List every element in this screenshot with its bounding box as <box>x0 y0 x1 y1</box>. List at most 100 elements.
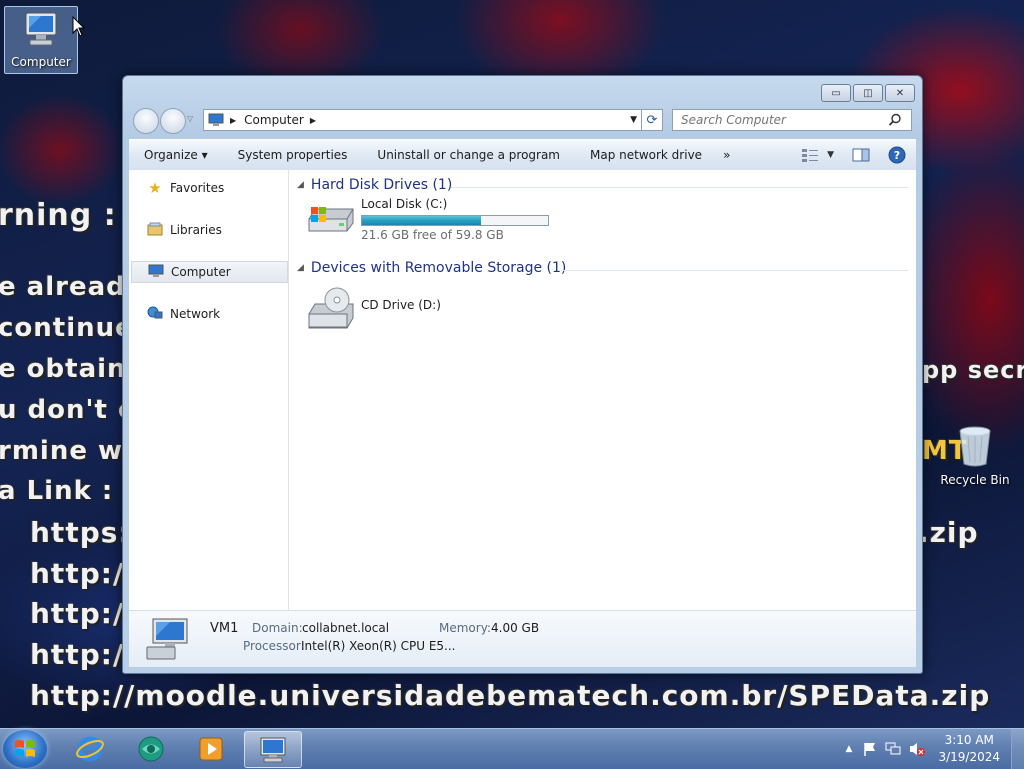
taskbar-media-player[interactable] <box>183 731 239 766</box>
navigation-pane: ★ Favorites Libraries Computer Network <box>129 170 289 610</box>
back-button[interactable] <box>133 108 159 134</box>
hard-drive-icon <box>308 207 354 232</box>
chevron-down-icon[interactable]: ▼ <box>630 115 637 125</box>
browser-icon <box>138 736 164 761</box>
wallpaper-text: http:/ <box>30 557 125 590</box>
taskbar-browser[interactable] <box>123 731 179 766</box>
group-header-hard-disk-drives[interactable]: ◢ Hard Disk Drives (1) <box>297 177 452 193</box>
organize-menu[interactable]: Organize ▾ <box>129 148 223 162</box>
wallpaper-text: pp secr <box>922 356 1024 384</box>
libraries-icon <box>146 222 164 239</box>
wallpaper-text: e alread <box>0 272 126 302</box>
drive-local-disk-c[interactable]: Local Disk (C:) 21.6 GB free of 59.8 GB <box>305 197 549 242</box>
nav-item-label: Network <box>170 307 221 321</box>
group-header-removable-storage[interactable]: ◢ Devices with Removable Storage (1) <box>297 260 566 276</box>
system-clock[interactable]: 3:10 AM 3/19/2024 <box>938 732 1000 766</box>
nav-item-label: Computer <box>171 265 231 279</box>
collapse-triangle-icon[interactable]: ◢ <box>297 263 304 273</box>
system-properties-button[interactable]: System properties <box>223 148 363 162</box>
wallpaper-text: u don't c <box>0 395 135 425</box>
search-icon[interactable] <box>888 113 902 127</box>
breadcrumb-arrow-icon[interactable]: ▶ <box>310 116 316 125</box>
breadcrumb-computer[interactable]: Computer <box>244 113 304 127</box>
domain-value: collabnet.local <box>302 621 390 635</box>
computer-icon <box>208 113 224 126</box>
show-hidden-icons-button[interactable]: ▲ <box>846 744 853 754</box>
nav-item-label: Libraries <box>170 223 222 237</box>
nav-item-libraries[interactable]: Libraries <box>131 220 286 240</box>
nav-item-label: Favorites <box>170 181 225 195</box>
recycle-bin-icon <box>959 426 991 467</box>
map-network-drive-button[interactable]: Map network drive <box>575 148 717 162</box>
computer-icon <box>25 12 57 46</box>
action-center-flag-icon[interactable] <box>862 741 878 757</box>
computer-icon <box>147 264 165 281</box>
network-icon <box>146 306 164 323</box>
volume-muted-icon[interactable] <box>908 741 926 757</box>
view-options-chevron-icon[interactable]: ▼ <box>827 150 834 160</box>
wallpaper-text: a Link : <box>0 476 114 506</box>
search-input[interactable] <box>679 112 888 128</box>
nav-item-network[interactable]: Network <box>131 304 286 324</box>
refresh-button[interactable]: ⟳ <box>641 109 663 131</box>
search-box[interactable] <box>672 109 912 131</box>
show-desktop-button[interactable] <box>1011 729 1024 769</box>
wallpaper-text: http:/ <box>30 597 125 630</box>
mouse-cursor-icon <box>72 16 86 37</box>
minimize-button[interactable]: ▭ <box>821 84 851 102</box>
wallpaper-text: rning : <box>0 198 117 233</box>
desktop-icon-label: Recycle Bin <box>940 473 1010 487</box>
media-player-icon <box>199 737 223 760</box>
group-divider <box>561 270 908 271</box>
nav-item-favorites[interactable]: ★ Favorites <box>131 178 286 198</box>
main-pane: ◢ Hard Disk Drives (1) Local Disk (C:) 2… <box>289 170 916 610</box>
wallpaper-text: .zip <box>918 516 979 549</box>
recent-pages-dropdown[interactable]: ▽ <box>187 114 193 123</box>
desktop-icon-computer[interactable]: Computer <box>4 6 78 74</box>
network-tray-icon[interactable] <box>884 741 902 757</box>
wallpaper-text: e obtain <box>0 354 127 384</box>
drive-name: Local Disk (C:) <box>361 197 448 211</box>
more-commands-button[interactable]: » <box>717 148 745 162</box>
navigation-bar: ▽ ▶ Computer ▶ ▼ ⟳ <box>131 107 914 135</box>
clock-date: 3/19/2024 <box>938 750 1000 764</box>
desktop-icon-recycle-bin[interactable]: Recycle Bin <box>939 424 1011 487</box>
taskbar: ▲ 3:10 AM 3/19/2024 <box>0 728 1024 769</box>
address-bar[interactable]: ▶ Computer ▶ ▼ <box>203 109 642 131</box>
drive-name: CD Drive (D:) <box>361 298 441 312</box>
memory-label: Memory: <box>439 621 491 635</box>
domain-label: Domain: <box>252 621 303 635</box>
start-button[interactable] <box>3 730 47 768</box>
memory-value: 4.00 GB <box>491 621 540 635</box>
notification-area: ▲ 3:10 AM 3/19/2024 <box>846 729 1010 769</box>
clock-time: 3:10 AM <box>944 733 994 747</box>
taskbar-internet-explorer[interactable] <box>62 731 118 766</box>
view-controls: ▼ ? <box>801 146 906 164</box>
change-view-icon[interactable] <box>801 147 819 163</box>
command-bar: Organize ▾ System properties Uninstall o… <box>129 139 916 171</box>
wallpaper-text: http://moodle.universidadebematech.com.b… <box>30 679 991 712</box>
internet-explorer-icon <box>76 736 104 761</box>
svg-text:?: ? <box>894 149 900 162</box>
breadcrumb-arrow-icon[interactable]: ▶ <box>230 116 236 125</box>
close-button[interactable]: ✕ <box>885 84 915 102</box>
wallpaper-text: rmine w <box>0 436 124 466</box>
nav-item-computer[interactable]: Computer <box>131 261 288 283</box>
group-header-label: Devices with Removable Storage (1) <box>310 260 567 276</box>
wallpaper-text: http:/ <box>30 638 125 671</box>
group-header-label: Hard Disk Drives (1) <box>310 177 453 193</box>
forward-button[interactable] <box>160 108 186 134</box>
taskbar-windows-explorer[interactable] <box>244 731 302 768</box>
drive-free-space: 21.6 GB free of 59.8 GB <box>361 228 504 242</box>
uninstall-program-button[interactable]: Uninstall or change a program <box>362 148 575 162</box>
collapse-triangle-icon[interactable]: ◢ <box>297 180 304 190</box>
drive-usage-bar <box>361 215 549 226</box>
help-icon[interactable]: ? <box>888 146 906 164</box>
cd-drive-icon <box>308 287 354 329</box>
drive-cd-d[interactable]: CD Drive (D:) <box>305 286 441 332</box>
maximize-button[interactable]: ◫ <box>853 84 883 102</box>
star-icon: ★ <box>148 179 162 197</box>
windows-logo-icon <box>15 740 35 757</box>
preview-pane-icon[interactable] <box>852 147 870 163</box>
explorer-window: ▭ ◫ ✕ ▽ ▶ Computer ▶ ▼ ⟳ Organize ▾ <box>122 75 923 674</box>
